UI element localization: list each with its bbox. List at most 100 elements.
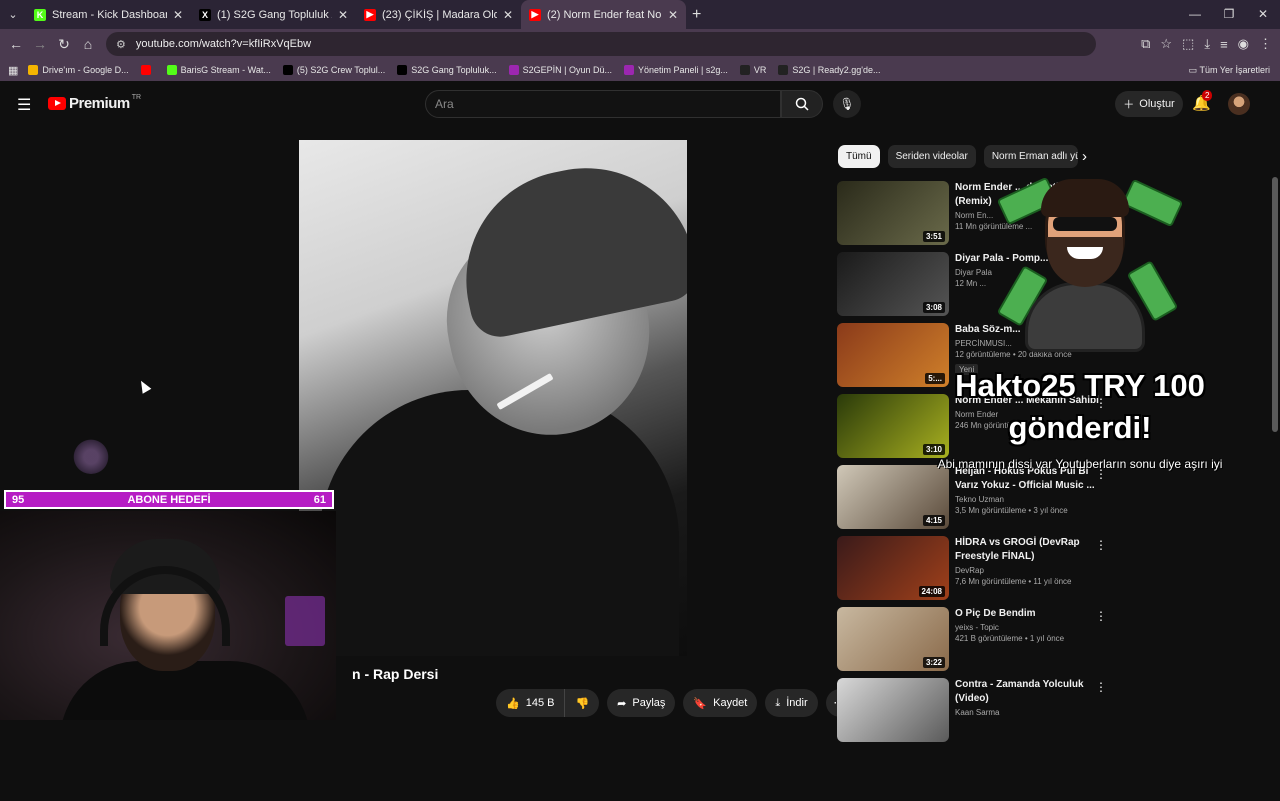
media-icon[interactable]: ≡ bbox=[1220, 37, 1228, 52]
recommendation-meta: 421 B görüntüleme • 1 yıl önce bbox=[955, 634, 1065, 643]
browser-tab[interactable]: K Stream - Kick Dashboard ✕ bbox=[26, 0, 191, 29]
video-frame[interactable] bbox=[299, 140, 687, 656]
bookmark-favicon-icon bbox=[140, 65, 151, 75]
download-icon[interactable]: ⤓ bbox=[1204, 36, 1210, 52]
create-button[interactable]: ＋ Oluştur bbox=[1115, 91, 1183, 117]
microphone-icon[interactable]: 🎙 bbox=[833, 90, 861, 118]
address-bar-row: ← → ↻ ⌂ ⚙ youtube.com/watch?v=kfIiRxVqEb… bbox=[0, 29, 1280, 59]
tab-close-icon[interactable]: ✕ bbox=[503, 8, 513, 22]
more-options-icon[interactable]: ⋮ bbox=[1095, 609, 1107, 623]
browser-toolbar-icons: ⧉ ☆ ⬚ ⤓ ≡ ◉ ⋮ bbox=[1141, 29, 1272, 59]
bookmark-item[interactable]: VR bbox=[739, 65, 766, 75]
page-scrollbar[interactable] bbox=[1270, 169, 1280, 801]
share-arrow-icon: ➦ bbox=[617, 697, 627, 710]
like-button[interactable]: 👍 145 B bbox=[496, 689, 566, 717]
recommendation-channel[interactable]: DevRap bbox=[955, 566, 1105, 575]
character-beard bbox=[1047, 237, 1123, 287]
plus-icon: ＋ bbox=[1123, 99, 1135, 111]
search-input[interactable]: Ara bbox=[425, 90, 781, 118]
youtube-logo[interactable]: Premium TR bbox=[48, 94, 141, 112]
site-info-icon[interactable]: ⚙ bbox=[116, 38, 126, 51]
video-thumbnail[interactable] bbox=[837, 678, 949, 742]
video-duration: 3:22 bbox=[922, 657, 945, 668]
bookmark-item[interactable] bbox=[140, 65, 155, 75]
menu-icon[interactable]: ⋮ bbox=[1259, 36, 1272, 52]
bookmark-item[interactable]: BarisG Stream - Wat... bbox=[166, 65, 271, 75]
tab-close-icon[interactable]: ✕ bbox=[668, 8, 678, 22]
profile-icon[interactable]: ◉ bbox=[1238, 36, 1249, 52]
recommendation-item[interactable]: 3:22 O Piç De Bendim yeixs - Topic 421 B gö… bbox=[837, 607, 1137, 678]
tab-close-icon[interactable]: ✕ bbox=[173, 8, 183, 22]
browser-tab[interactable]: X (1) S2G Gang Topluluk / X ✕ bbox=[191, 0, 356, 29]
donation-alert: Hakto25 TRY 100 gönderdi! Abi mamının di… bbox=[910, 176, 1250, 477]
minimize-icon[interactable]: — bbox=[1178, 0, 1212, 29]
filter-chip[interactable]: Norm Erman adlı yük bbox=[983, 145, 1078, 168]
filter-chip[interactable]: Seriden videolar bbox=[887, 145, 976, 168]
subscriber-goal-bar: 95 ABONE HEDEFİ 61 bbox=[4, 490, 334, 509]
account-avatar[interactable] bbox=[1228, 93, 1250, 115]
download-arrow-icon: ⤓ bbox=[775, 696, 781, 709]
recommendation-channel[interactable]: yeixs - Topic bbox=[955, 623, 1105, 632]
owl-logo-icon bbox=[72, 436, 110, 474]
tab-close-icon[interactable]: ✕ bbox=[338, 8, 348, 22]
more-options-icon[interactable]: ⋮ bbox=[1095, 538, 1107, 552]
reload-icon[interactable]: ↻ bbox=[52, 36, 76, 53]
bookmark-item[interactable]: S2G Gang Topluluk... bbox=[397, 65, 497, 75]
video-person-body bbox=[319, 390, 679, 656]
webcam-background-light bbox=[285, 596, 325, 646]
video-thumbnail[interactable]: 24:08 bbox=[837, 536, 949, 600]
bookmark-favicon-icon bbox=[166, 65, 177, 75]
bookmark-item[interactable]: (5) S2G Crew Toplul... bbox=[282, 65, 385, 75]
bookmark-item[interactable]: S2GEPİN | Oyun Dü... bbox=[508, 65, 612, 75]
video-actions: 👍145 B 👎 ➦Paylaş 🔖Kaydet ⤓İndir ⋯ bbox=[496, 689, 854, 717]
bookmark-favicon-icon bbox=[282, 65, 293, 75]
share-button[interactable]: ➦ Paylaş bbox=[607, 689, 676, 717]
recommendation-item[interactable]: 24:08 HİDRA vs GROGİ (DevRap Freestyle Fİ… bbox=[837, 536, 1137, 607]
dislike-button[interactable]: 👎 bbox=[565, 689, 600, 717]
window-controls: — ❐ ✕ bbox=[1178, 0, 1280, 29]
more-options-icon[interactable]: ⋮ bbox=[1095, 680, 1107, 694]
browser-tab[interactable]: ▶ (2) Norm Ender feat Norm ✕ bbox=[521, 0, 686, 29]
download-button[interactable]: ⤓ İndir bbox=[765, 689, 818, 717]
bookmark-star-icon[interactable]: ☆ bbox=[1160, 36, 1172, 52]
hamburger-menu-icon[interactable]: ☰ bbox=[17, 95, 31, 115]
install-icon[interactable]: ⧉ bbox=[1141, 36, 1150, 52]
close-window-icon[interactable]: ✕ bbox=[1246, 0, 1280, 29]
apps-grid-icon[interactable]: ▦ bbox=[8, 64, 18, 77]
recommendation-title[interactable]: HİDRA vs GROGİ (DevRap Freestyle FİNAL) bbox=[955, 536, 1105, 564]
recommendation-item[interactable]: Contra - Zamanda Yolculuk (Video) Kaan Sa… bbox=[837, 678, 1137, 749]
bookmark-item[interactable]: Yönetim Paneli | s2g... bbox=[623, 65, 728, 75]
scrollbar-thumb[interactable] bbox=[1272, 177, 1278, 432]
bookmark-item[interactable]: Drive'ım - Google D... bbox=[28, 65, 129, 75]
forward-icon[interactable]: → bbox=[28, 36, 52, 52]
url-bar[interactable]: ⚙ youtube.com/watch?v=kfIiRxVqEbw bbox=[106, 32, 1096, 56]
restore-icon[interactable]: ❐ bbox=[1212, 0, 1246, 29]
extensions-icon[interactable]: ⬚ bbox=[1182, 36, 1194, 52]
filter-chip[interactable]: Tümü bbox=[838, 145, 880, 168]
donation-headline: Hakto25 TRY 100 gönderdi! bbox=[955, 368, 1205, 445]
tab-search-chevron-icon[interactable]: ⌄ bbox=[0, 4, 26, 26]
all-bookmarks[interactable]: ▭ Tüm Yer İşaretleri bbox=[1189, 59, 1270, 81]
cash-icon bbox=[1121, 178, 1184, 228]
recommendation-title[interactable]: Contra - Zamanda Yolculuk (Video) bbox=[955, 678, 1105, 706]
video-thumbnail[interactable]: 3:22 bbox=[837, 607, 949, 671]
search-button[interactable] bbox=[781, 90, 823, 118]
bookmark-item[interactable]: S2G | Ready2.gg'de... bbox=[778, 65, 881, 75]
character-hair bbox=[1041, 179, 1129, 217]
back-icon[interactable]: ← bbox=[4, 36, 28, 52]
home-icon[interactable]: ⌂ bbox=[76, 36, 100, 52]
like-dislike-group: 👍 145 B 👎 bbox=[496, 689, 600, 717]
new-tab-button[interactable]: + bbox=[692, 6, 701, 24]
recommendation-title[interactable]: O Piç De Bendim bbox=[955, 607, 1105, 621]
save-button[interactable]: 🔖 Kaydet bbox=[683, 689, 758, 717]
recommendation-channel[interactable]: Kaan Sarma bbox=[955, 708, 1105, 717]
recommendation-channel[interactable]: Tekno Uzman bbox=[955, 495, 1105, 504]
bookmark-label: S2G | Ready2.gg'de... bbox=[792, 65, 881, 75]
bookmark-favicon-icon bbox=[397, 65, 408, 75]
chips-next-chevron-icon[interactable]: › bbox=[1082, 145, 1087, 168]
tab-title: (1) S2G Gang Topluluk / X bbox=[217, 8, 332, 21]
bookmark-favicon-icon bbox=[28, 65, 39, 75]
filter-chips: Tümü Seriden videolar Norm Erman adlı yük bbox=[838, 145, 1078, 168]
browser-tab[interactable]: ▶ (23) ÇİKİŞ | Madara Olduk #642 ✕ bbox=[356, 0, 521, 29]
recommendation-meta: 7,6 Mn görüntüleme • 11 yıl önce bbox=[955, 577, 1072, 586]
